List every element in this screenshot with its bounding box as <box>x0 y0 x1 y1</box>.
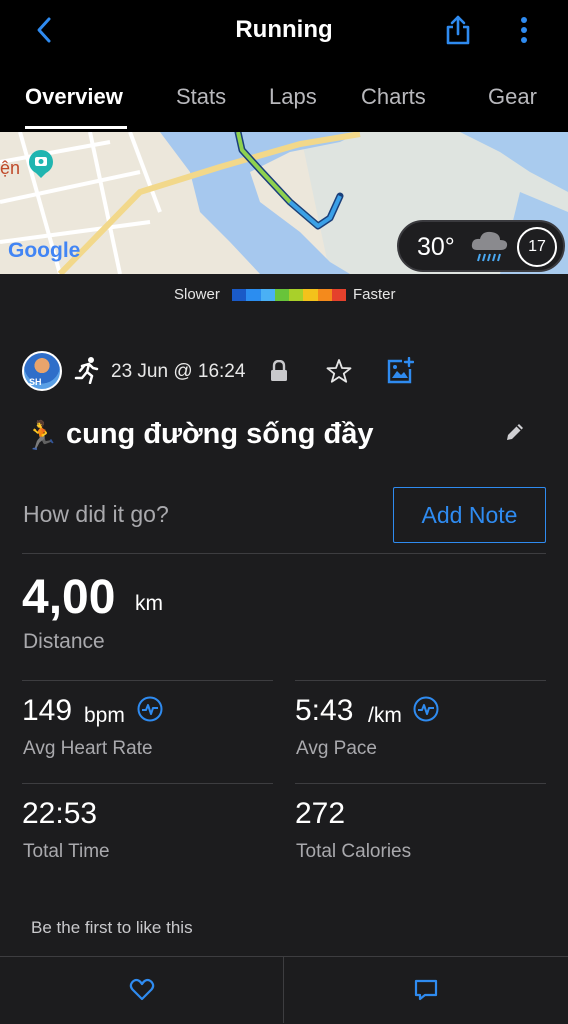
avg-heart-rate-label: Avg Heart Rate <box>23 738 153 759</box>
tab-laps[interactable]: Laps <box>269 84 317 110</box>
weather-temperature: 30° <box>417 233 455 261</box>
avg-pace-label: Avg Pace <box>296 738 377 759</box>
avg-heart-rate-value: 149 <box>22 694 73 727</box>
weather-index-ring: 17 <box>517 227 557 267</box>
weather-index-value: 17 <box>528 238 546 255</box>
legend-slower-label: Slower <box>174 286 220 303</box>
add-note-button[interactable]: Add Note <box>393 487 546 543</box>
distance-unit: km <box>135 592 163 615</box>
pace-color-swatch <box>303 289 318 301</box>
pencil-icon <box>507 424 523 440</box>
weather-badge: 30° 17 <box>397 220 565 272</box>
rain-cloud-icon <box>471 231 508 262</box>
star-icon <box>326 359 352 383</box>
total-time-label: Total Time <box>23 841 110 862</box>
map-place-label: ện <box>0 158 21 178</box>
share-icon <box>446 15 470 45</box>
total-time-value: 22:53 <box>22 797 98 830</box>
tab-stats[interactable]: Stats <box>176 84 226 110</box>
edit-name-button[interactable] <box>503 420 527 449</box>
running-icon <box>74 357 99 384</box>
tab-charts[interactable]: Charts <box>361 84 426 110</box>
note-prompt: How did it go? <box>23 501 169 527</box>
pace-color-swatch <box>260 289 275 301</box>
divider <box>22 553 546 554</box>
back-button[interactable] <box>26 12 62 48</box>
active-tab-indicator <box>25 126 127 129</box>
heart-icon <box>129 978 154 1001</box>
divider <box>295 783 546 784</box>
pace-legend: Slower Faster <box>0 284 568 306</box>
bottom-action-bar <box>0 956 568 1024</box>
pace-color-swatch <box>274 289 289 301</box>
avg-pace-value: 5:43 <box>295 694 354 727</box>
tab-gear[interactable]: Gear <box>488 84 537 110</box>
add-photo-button[interactable] <box>386 356 415 390</box>
favorite-button[interactable] <box>326 358 352 389</box>
tab-overview[interactable]: Overview <box>25 84 123 110</box>
heart-rate-icon <box>137 696 163 722</box>
activity-name: cung đường sống đầy <box>66 418 374 450</box>
likes-text: Be the first to like this <box>31 918 193 937</box>
pace-color-swatch <box>331 289 346 301</box>
more-button[interactable] <box>506 10 542 50</box>
tab-bar: Overview Stats Laps Charts Gear <box>0 62 568 132</box>
avg-heart-rate-unit: bpm <box>84 704 125 727</box>
add-photo-icon <box>387 356 415 384</box>
avatar-initials: SH <box>29 377 42 387</box>
total-calories-label: Total Calories <box>296 841 412 862</box>
total-calories-value: 272 <box>295 797 346 830</box>
activity-emoji: 🏃 <box>24 420 59 451</box>
like-button[interactable] <box>0 957 284 1023</box>
comment-button[interactable] <box>284 957 568 1023</box>
divider <box>22 680 273 681</box>
more-vertical-icon <box>521 17 527 43</box>
lock-icon <box>271 360 287 381</box>
activity-date: 23 Jun @ 16:24 <box>111 361 246 382</box>
pace-color-swatch <box>232 289 247 301</box>
pace-color-swatch <box>317 289 332 301</box>
divider <box>22 783 273 784</box>
distance-value: 4,00 <box>22 571 116 624</box>
pace-color-swatch <box>246 289 261 301</box>
avg-pace-unit: /km <box>368 704 402 727</box>
pace-color-swatch <box>289 289 304 301</box>
heart-rate-icon <box>413 696 439 722</box>
divider <box>295 680 546 681</box>
chevron-left-icon <box>37 17 51 43</box>
page-title: Running <box>235 16 333 43</box>
share-button[interactable] <box>440 10 476 50</box>
top-bar: Running <box>0 0 568 62</box>
distance-label: Distance <box>23 630 105 653</box>
comment-icon <box>414 979 438 1001</box>
avatar[interactable]: SH <box>22 351 62 391</box>
pace-color-scale <box>232 289 346 301</box>
legend-faster-label: Faster <box>353 286 396 303</box>
google-logo: Google <box>8 239 81 262</box>
